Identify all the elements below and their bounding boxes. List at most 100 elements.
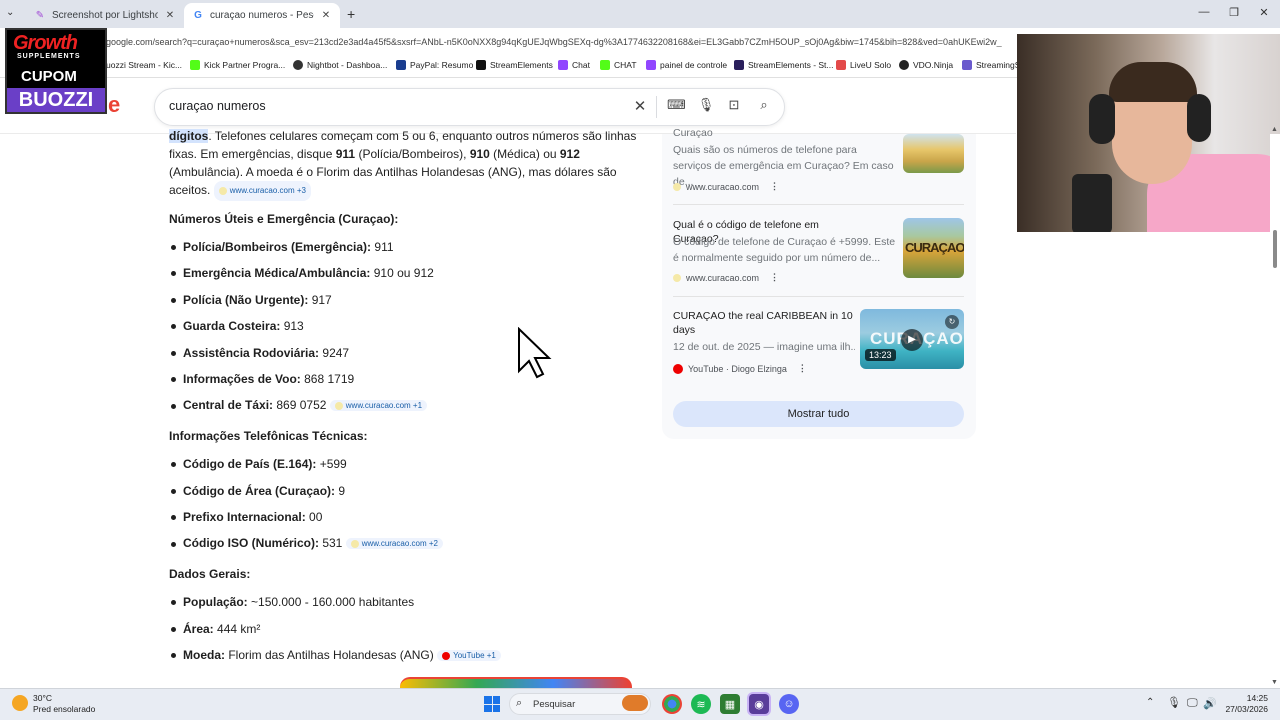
curacao-favicon	[218, 187, 227, 195]
bookmark-item[interactable]: painel de controle	[646, 60, 727, 70]
start-icon[interactable]	[484, 696, 500, 712]
lens-icon[interactable]: ⊡	[725, 97, 743, 113]
scroll-up-icon[interactable]: ▲	[1271, 126, 1278, 133]
list-item: População: ~150.000 - 160.000 habitantes	[183, 595, 415, 609]
curacao-favicon	[334, 401, 343, 410]
tab-google-search[interactable]: G curaçao numeros - Pesquisa Go ✕	[184, 3, 340, 28]
chat-icon	[558, 60, 568, 70]
list-item: Emergência Médica/Ambulância: 910 ou 912	[183, 266, 434, 280]
bookmark-item[interactable]: Chat	[558, 60, 590, 70]
bookmark-item[interactable]: LiveU Solo	[836, 60, 891, 70]
source-chip[interactable]: YouTube +1	[437, 650, 501, 662]
bullet	[171, 515, 176, 520]
keyboard-icon[interactable]: ⌨	[667, 97, 686, 113]
spotify-icon[interactable]: ≋	[691, 694, 711, 714]
source-chip[interactable]: www.curacao.com +2	[345, 538, 443, 550]
network-icon[interactable]: 🖵	[1187, 697, 1198, 710]
bullet	[171, 462, 176, 467]
new-tab-icon[interactable]: +	[347, 6, 355, 22]
bullet	[171, 271, 176, 276]
tab-lightshot[interactable]: ✎ Screenshot por Lightshot ✕	[26, 3, 184, 28]
bullet	[171, 245, 176, 250]
sponsor-logo: Growth SUPPLEMENTS CUPOM BUOZZI	[5, 28, 107, 114]
bookmark-item[interactable]: uozzi Stream - Kic...	[106, 60, 182, 70]
google-icon: G	[194, 10, 202, 21]
scroll-down-icon[interactable]: ▼	[1271, 679, 1278, 686]
bookmark-item[interactable]: CHAT	[600, 60, 637, 70]
show-all-button[interactable]: Mostrar tudo	[673, 401, 964, 427]
bookmark-item[interactable]: Nightbot - Dashboa...	[293, 60, 387, 70]
kick-icon	[600, 60, 610, 70]
tab-list-chevron-icon[interactable]: ⌄	[6, 7, 14, 18]
weather-desc: Pred ensolarado	[33, 704, 96, 714]
bookmark-item[interactable]: Kick Partner Progra...	[190, 60, 285, 70]
google-logo[interactable]: e	[108, 92, 120, 118]
bookmark-item[interactable]: PayPal: Resumo	[396, 60, 473, 70]
card-thumbnail[interactable]	[903, 134, 964, 173]
card-title[interactable]: CURAÇAO the real CARIBBEAN in 10 days	[673, 309, 855, 337]
card-source[interactable]: www.curacao.com ⋮	[673, 181, 779, 192]
obs-icon[interactable]: ◉	[749, 694, 769, 714]
microphone-icon[interactable]: 🎙	[697, 97, 715, 113]
source-chip[interactable]: www.curacao.com +1	[329, 400, 428, 412]
close-tab-icon[interactable]: ✕	[164, 10, 176, 21]
paypal-icon	[396, 60, 406, 70]
app-icon[interactable]: ▦	[720, 694, 740, 714]
more-options-icon[interactable]: ⋮	[770, 272, 779, 283]
youtube-short-icon: ↻	[945, 315, 959, 329]
card-thumbnail[interactable]: CURAÇAO	[903, 218, 964, 278]
discord-icon[interactable]: ☺	[779, 694, 799, 714]
bookmark-item[interactable]: VDO.Ninja	[899, 60, 953, 70]
list-item: Informações de Voo: 868 1719	[183, 372, 355, 386]
weather-icon[interactable]	[12, 695, 28, 711]
chrome-icon[interactable]	[662, 694, 682, 714]
list-item: Código de Área (Curaçao): 9	[183, 484, 346, 498]
bullet	[171, 377, 176, 382]
list-item: Polícia/Bombeiros (Emergência): 911	[183, 240, 394, 254]
list-item: Prefixo Internacional: 00	[183, 510, 323, 524]
card-title[interactable]: Curaçao	[673, 126, 863, 140]
minimize-icon[interactable]: —	[1196, 6, 1212, 18]
url-field[interactable]: google.com/search?q=curaçao+numeros&sca_…	[106, 37, 1016, 47]
close-tab-icon[interactable]: ✕	[320, 10, 332, 21]
close-window-icon[interactable]: ✕	[1256, 6, 1272, 19]
more-options-icon[interactable]: ⋮	[798, 363, 807, 374]
section-heading-emergency: Números Úteis e Emergência (Curaçao):	[169, 212, 399, 226]
scrollbar[interactable]	[1270, 134, 1280, 688]
video-thumbnail[interactable]: CURAÇAO ▶ 13:23 ↻	[860, 309, 964, 369]
list-item: Área: 444 km²	[183, 622, 261, 636]
bullet	[171, 600, 176, 605]
tray-chevron-icon[interactable]: ⌃	[1146, 697, 1154, 708]
clock-time[interactable]: 14:25	[1232, 693, 1268, 703]
bookmark-item[interactable]: StreamElements	[476, 60, 553, 70]
section-heading-technical: Informações Telefônicas Técnicas:	[169, 429, 368, 443]
bullet	[171, 489, 176, 494]
bullet	[171, 653, 176, 658]
more-options-icon[interactable]: ⋮	[770, 181, 779, 192]
bullet	[171, 542, 176, 547]
clock-date[interactable]: 27/03/2026	[1222, 704, 1268, 714]
bullet	[171, 627, 176, 632]
restore-icon[interactable]: ❐	[1226, 6, 1242, 19]
card-source[interactable]: YouTube · Diogo Elzinga ⋮	[673, 363, 807, 374]
search-input[interactable]: curaçao numeros	[169, 99, 266, 113]
scrollbar-thumb[interactable]	[1273, 230, 1277, 268]
search-icon[interactable]: ⌕	[755, 97, 773, 113]
source-chip[interactable]: www.curacao.com +3	[213, 181, 311, 201]
curacao-favicon	[673, 273, 681, 282]
volume-icon[interactable]: 🔊	[1203, 697, 1217, 710]
card-source[interactable]: www.curacao.com ⋮	[673, 272, 779, 283]
nightbot-icon	[293, 60, 303, 70]
play-icon[interactable]: ▶	[901, 329, 923, 351]
kick-icon	[190, 60, 200, 70]
bookmark-item[interactable]: StreamingS	[962, 60, 1020, 70]
streamelements-icon	[476, 60, 486, 70]
video-duration: 13:23	[865, 349, 896, 361]
card-snippet: 12 de out. de 2025 — imagine uma ilh...	[673, 341, 855, 353]
bookmark-item[interactable]: StreamElements - St...	[734, 60, 834, 70]
clear-icon[interactable]: ✕	[631, 97, 649, 115]
microphone-icon[interactable]: 🎙	[1167, 696, 1181, 709]
weather-temp[interactable]: 30°C	[33, 693, 52, 703]
list-item: Assistência Rodoviária: 9247	[183, 346, 350, 360]
search-icon: ⌕	[516, 697, 523, 709]
